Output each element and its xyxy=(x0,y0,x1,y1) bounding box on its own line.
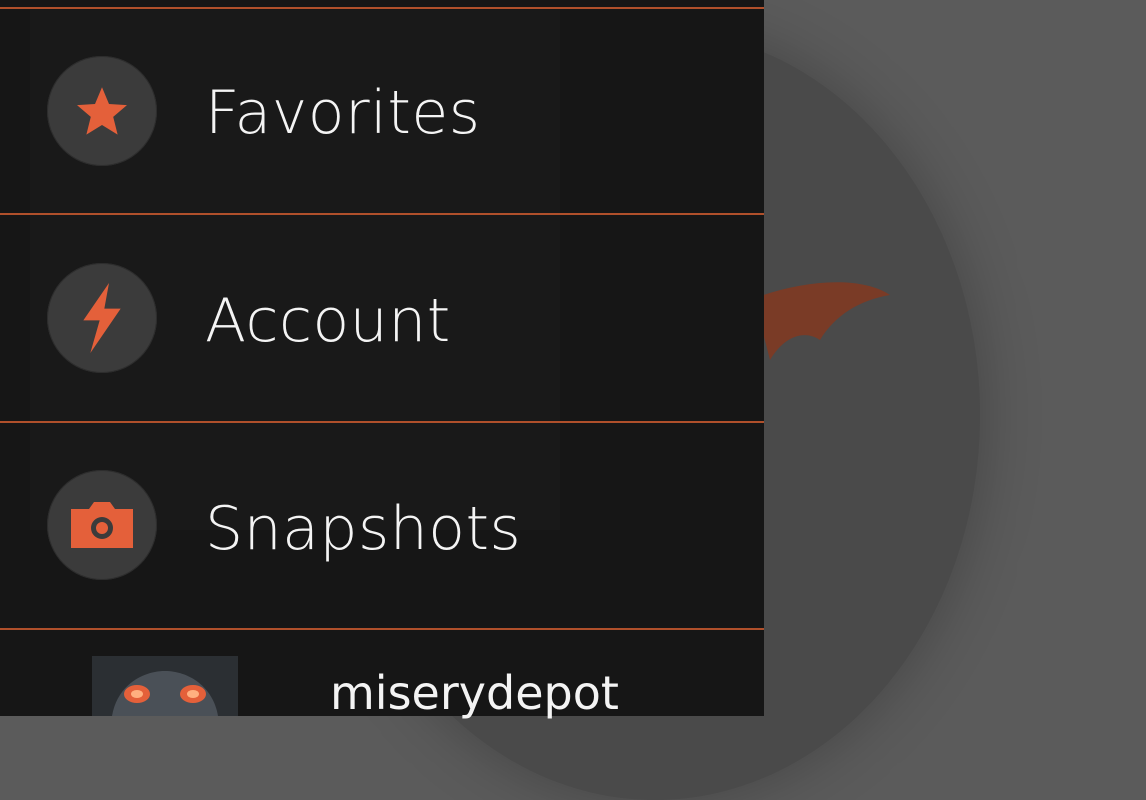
star-icon xyxy=(47,56,157,166)
profile-username: miserydepot xyxy=(330,666,619,720)
menu-item-favorites[interactable]: Favorites xyxy=(0,12,764,212)
camera-icon xyxy=(47,470,157,580)
background-wing-icon xyxy=(750,282,890,360)
menu-item-label: Snapshots xyxy=(205,494,522,564)
menu-item-snapshots[interactable]: Snapshots xyxy=(0,424,764,624)
profile-row[interactable]: miserydepot xyxy=(0,632,764,720)
divider xyxy=(0,213,764,215)
menu-item-label: Account xyxy=(205,286,451,356)
divider xyxy=(0,628,764,630)
avatar xyxy=(92,656,238,716)
lightning-icon xyxy=(47,263,157,373)
navigation-drawer: Favorites Account Snapshots miserydepot xyxy=(0,0,764,720)
menu-item-label: Favorites xyxy=(205,78,481,148)
divider xyxy=(0,421,764,423)
menu-item-account[interactable]: Account xyxy=(0,216,764,416)
divider xyxy=(0,7,764,9)
